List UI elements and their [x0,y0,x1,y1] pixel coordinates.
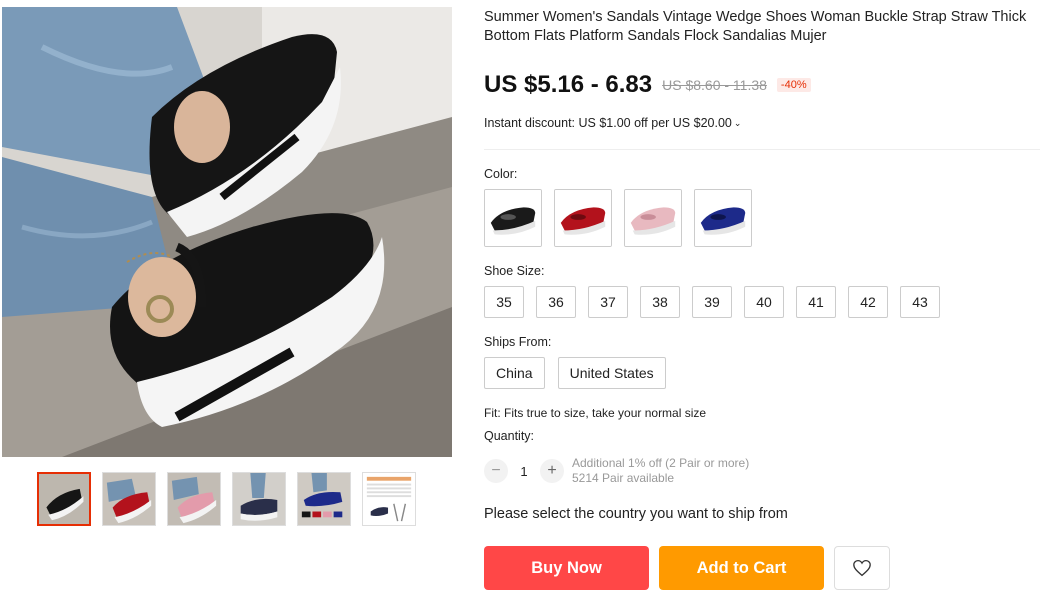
bulk-discount-text: Additional 1% off (2 Pair or more) [572,456,750,470]
fit-note: Fit: Fits true to size, take your normal… [484,406,707,420]
size-option-35[interactable]: 35 [484,286,524,318]
stock-available-text: 5214 Pair available [572,471,675,485]
thumbnail-denim-shoe[interactable] [232,472,286,526]
color-swatch-blue[interactable] [694,189,752,247]
size-options: 35 36 37 38 39 40 41 42 43 [484,286,940,318]
thumbnail-black-shoe[interactable] [37,472,91,526]
main-product-image[interactable] [2,7,452,457]
quantity-note: Additional 1% off (2 Pair or more) 5214 … [572,456,749,486]
instant-discount-text: Instant discount: US $1.00 off per US $2… [484,116,732,130]
quantity-decrease-button[interactable]: − [484,459,508,483]
size-option-41[interactable]: 41 [796,286,836,318]
size-option-42[interactable]: 42 [848,286,888,318]
size-option-38[interactable]: 38 [640,286,680,318]
price-row: US $5.16 - 6.83 US $8.60 - 11.38 -40% [484,71,811,99]
color-swatch-red[interactable] [554,189,612,247]
color-swatch-black[interactable] [484,189,542,247]
size-option-39[interactable]: 39 [692,286,732,318]
size-option-36[interactable]: 36 [536,286,576,318]
size-option-43[interactable]: 43 [900,286,940,318]
ships-from-options: China United States [484,357,666,389]
color-options [484,189,752,247]
divider [484,149,1040,150]
size-option-37[interactable]: 37 [588,286,628,318]
thumbnail-blue-shoe[interactable] [297,472,351,526]
product-title: Summer Women's Sandals Vintage Wedge Sho… [484,9,1027,44]
shipping-message: Please select the country you want to sh… [484,506,788,522]
wishlist-button[interactable] [834,546,890,590]
quantity-stepper: − 1 + Additional 1% off (2 Pair or more)… [484,456,749,486]
color-label: Color: [484,167,518,181]
ships-from-china[interactable]: China [484,357,545,389]
chevron-down-icon: ⌄ [733,118,742,128]
size-label: Shoe Size: [484,264,545,278]
color-swatch-pink[interactable] [624,189,682,247]
discount-badge: -40% [776,78,811,92]
ships-from-united-states[interactable]: United States [557,357,666,389]
ships-from-label: Ships From: [484,335,552,349]
thumbnail-size-chart[interactable] [362,472,416,526]
size-option-40[interactable]: 40 [744,286,784,318]
buy-now-button[interactable]: Buy Now [484,546,649,590]
add-to-cart-button[interactable]: Add to Cart [659,546,824,590]
original-price: US $8.60 - 11.38 [662,77,767,93]
thumbnail-strip [37,472,416,526]
instant-discount-dropdown[interactable]: Instant discount: US $1.00 off per US $2… [484,116,741,130]
action-buttons: Buy Now Add to Cart [484,546,890,590]
quantity-increase-button[interactable]: + [540,459,564,483]
quantity-label: Quantity: [484,429,535,443]
heart-icon [853,559,871,577]
quantity-value[interactable]: 1 [508,464,540,479]
thumbnail-pink-shoe[interactable] [167,472,221,526]
thumbnail-red-shoe[interactable] [102,472,156,526]
current-price: US $5.16 - 6.83 [484,71,653,98]
